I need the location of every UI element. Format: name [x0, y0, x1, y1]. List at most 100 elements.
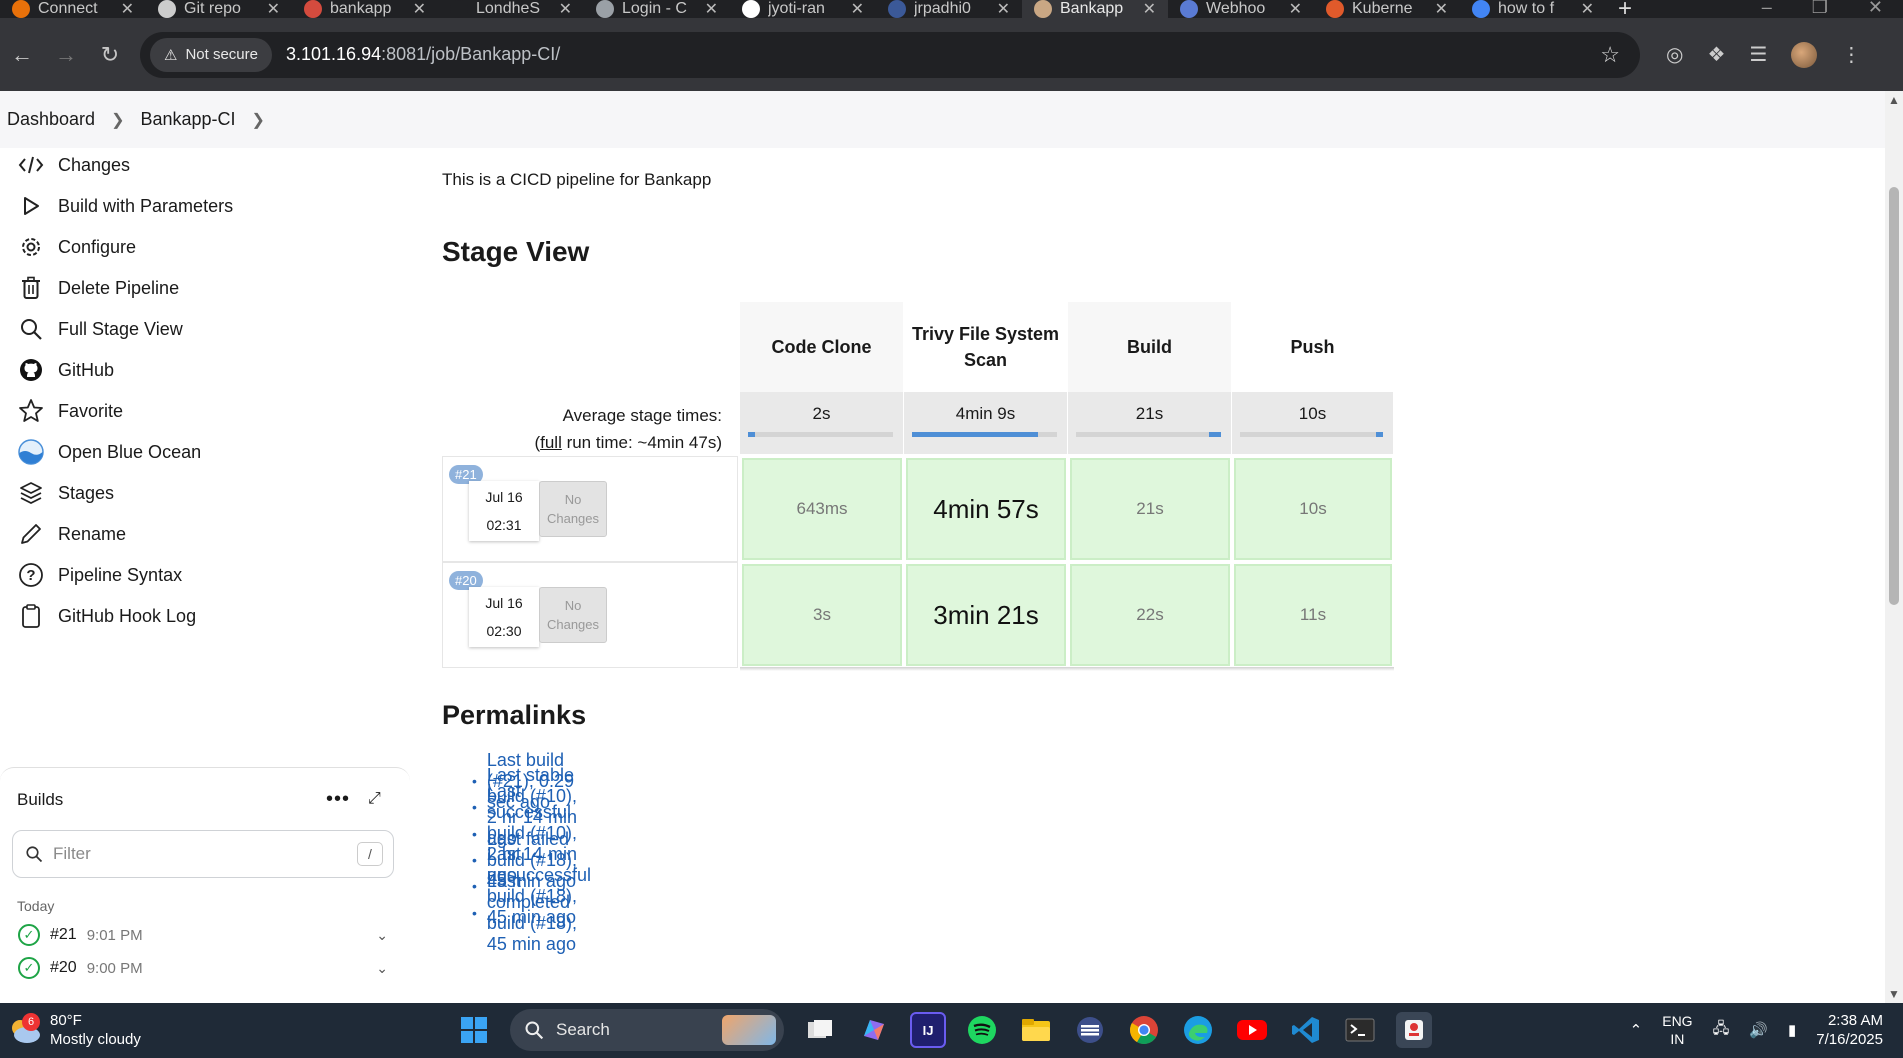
sidebar-item-delete-pipeline[interactable]: Delete Pipeline [18, 271, 179, 305]
tab-close-icon[interactable]: ✕ [1435, 0, 1448, 18]
build-row[interactable]: ✓ #21 9:01 PM ⌄ [18, 922, 388, 948]
weather-widget[interactable]: 6 80°F Mostly cloudy [8, 1011, 141, 1049]
chrome-icon[interactable] [1126, 1012, 1162, 1048]
scroll-up-arrow-icon[interactable]: ▲ [1888, 93, 1900, 107]
browser-tab[interactable]: Webhoo ✕ [1168, 0, 1314, 18]
run-no-changes[interactable]: No Changes [539, 587, 607, 643]
clock[interactable]: 2:38 AM 7/16/2025 [1816, 1011, 1883, 1049]
menu-kebab-icon[interactable]: ⋮ [1841, 42, 1861, 67]
build-number[interactable]: #21 [50, 926, 77, 944]
stage-cell[interactable]: 643ms [742, 458, 902, 560]
browser-tab[interactable]: Login - C ✕ [584, 0, 730, 18]
browser-tab[interactable]: Kuberne ✕ [1314, 0, 1460, 18]
url-text[interactable]: 3.101.16.94:8081/job/Bankapp-CI/ [286, 44, 1600, 65]
sidebar-item-full-stage-view[interactable]: Full Stage View [18, 312, 183, 346]
tab-close-icon[interactable]: ✕ [1143, 0, 1156, 18]
security-chip[interactable]: ⚠ Not secure [150, 37, 272, 72]
extension-target-icon[interactable]: ◎ [1666, 42, 1683, 67]
sidebar-item-configure[interactable]: Configure [18, 230, 136, 264]
stage-cell[interactable]: 4min 57s [906, 458, 1066, 560]
sidebar-item-build-with-parameters[interactable]: Build with Parameters [18, 189, 233, 223]
back-button[interactable]: ← [0, 33, 44, 77]
tab-close-icon[interactable]: ✕ [267, 0, 280, 18]
tab-close-icon[interactable]: ✕ [1581, 0, 1594, 18]
task-view-icon[interactable] [802, 1012, 838, 1048]
browser-tab[interactable]: Bankapp ✕ [1022, 0, 1168, 18]
chevron-down-icon[interactable]: ⌄ [376, 927, 388, 944]
browser-tab[interactable]: Git repo ✕ [146, 0, 292, 18]
forward-button[interactable]: → [44, 33, 88, 77]
chevron-up-icon[interactable]: ⌃ [1630, 1021, 1643, 1039]
taskbar-search[interactable]: Search [510, 1009, 784, 1051]
copilot-icon[interactable] [856, 1012, 892, 1048]
volume-icon[interactable]: 🔊 [1749, 1021, 1768, 1039]
permalink-item[interactable]: Last completed build (#18), 45 min ago [472, 871, 591, 954]
app-lines-icon[interactable] [1072, 1012, 1108, 1048]
build-number[interactable]: #20 [50, 959, 77, 977]
browser-tab[interactable]: jyoti-ran ✕ [730, 0, 876, 18]
expand-icon[interactable]: ⤢ [368, 790, 381, 808]
breadcrumb-chevron-icon[interactable]: ❯ [252, 110, 265, 130]
address-bar[interactable]: ⚠ Not secure 3.101.16.94:8081/job/Bankap… [140, 31, 1640, 78]
sidebar-item-stages[interactable]: Stages [18, 476, 114, 510]
tab-close-icon[interactable]: ✕ [1289, 0, 1302, 18]
sidebar-item-github[interactable]: GitHub [18, 353, 114, 387]
language-indicator[interactable]: ENG IN [1662, 1012, 1692, 1048]
jenkins-app-icon[interactable] [1396, 1012, 1432, 1048]
scrollbar-thumb[interactable] [1889, 187, 1899, 605]
chevron-down-icon[interactable]: ⌄ [376, 960, 388, 977]
tab-close-icon[interactable]: ✕ [559, 0, 572, 18]
breadcrumb-job[interactable]: Bankapp-CI [140, 109, 235, 130]
sidebar-item-open-blue-ocean[interactable]: Open Blue Ocean [18, 435, 201, 469]
browser-tab[interactable]: bankapp ✕ [292, 0, 438, 18]
battery-icon[interactable]: ▮ [1788, 1021, 1796, 1039]
tab-close-icon[interactable]: ✕ [997, 0, 1010, 18]
page-scrollbar[interactable]: ▲ ▼ [1885, 91, 1903, 1003]
new-tab-button[interactable]: + [1606, 0, 1644, 18]
profile-avatar[interactable] [1791, 41, 1818, 68]
run-no-changes[interactable]: No Changes [539, 481, 607, 537]
extensions-puzzle-icon[interactable]: ❖ [1707, 42, 1725, 67]
stage-cell[interactable]: 3s [742, 564, 902, 666]
file-explorer-icon[interactable] [1018, 1012, 1054, 1048]
restore-icon[interactable]: ❐ [1812, 0, 1828, 16]
youtube-icon[interactable] [1234, 1012, 1270, 1048]
run-row-21[interactable]: #21 Jul 16 02:31 No Changes [442, 456, 738, 562]
media-controls-icon[interactable]: ☰ [1749, 42, 1767, 67]
browser-tab[interactable]: Connect ✕ [0, 0, 146, 18]
terminal-icon[interactable] [1342, 1012, 1378, 1048]
reload-button[interactable]: ↻ [88, 33, 132, 77]
intellij-icon[interactable]: IJ [910, 1012, 946, 1048]
sidebar-item-favorite[interactable]: Favorite [18, 394, 123, 428]
bookmark-star-icon[interactable]: ☆ [1600, 42, 1620, 68]
close-window-icon[interactable]: ✕ [1868, 0, 1883, 16]
stage-cell[interactable]: 11s [1234, 564, 1392, 666]
tab-close-icon[interactable]: ✕ [413, 0, 426, 18]
tab-close-icon[interactable]: ✕ [705, 0, 718, 18]
edge-icon[interactable] [1180, 1012, 1216, 1048]
network-icon[interactable]: 🖧 [1713, 1018, 1730, 1043]
run-row-20[interactable]: #20 Jul 16 02:30 No Changes [442, 562, 738, 668]
more-options-icon[interactable]: ••• [326, 788, 350, 811]
vscode-icon[interactable] [1288, 1012, 1324, 1048]
stage-cell[interactable]: 3min 21s [906, 564, 1066, 666]
browser-tab[interactable]: how to f ✕ [1460, 0, 1606, 18]
browser-tab[interactable]: jrpadhi0 ✕ [876, 0, 1022, 18]
stage-cell[interactable]: 21s [1070, 458, 1230, 560]
spotify-icon[interactable] [964, 1012, 1000, 1048]
windows-start-icon[interactable] [456, 1012, 492, 1048]
scroll-down-arrow-icon[interactable]: ▼ [1888, 987, 1900, 1001]
stage-cell[interactable]: 10s [1234, 458, 1392, 560]
minimize-icon[interactable]: – [1762, 0, 1772, 16]
sidebar-item-pipeline-syntax[interactable]: ? Pipeline Syntax [18, 558, 182, 592]
tab-close-icon[interactable]: ✕ [121, 0, 134, 18]
stage-cell[interactable]: 22s [1070, 564, 1230, 666]
build-row[interactable]: ✓ #20 9:00 PM ⌄ [18, 955, 388, 981]
builds-filter-input[interactable]: Filter / [12, 830, 394, 878]
sidebar-item-rename[interactable]: Rename [18, 517, 126, 551]
sidebar-item-github-hook-log[interactable]: GitHub Hook Log [18, 599, 196, 633]
breadcrumb-dashboard[interactable]: Dashboard [7, 109, 95, 130]
tab-close-icon[interactable]: ✕ [851, 0, 864, 18]
browser-tab[interactable]: LondheS ✕ [438, 0, 584, 18]
sidebar-item-changes[interactable]: Changes [18, 148, 130, 182]
